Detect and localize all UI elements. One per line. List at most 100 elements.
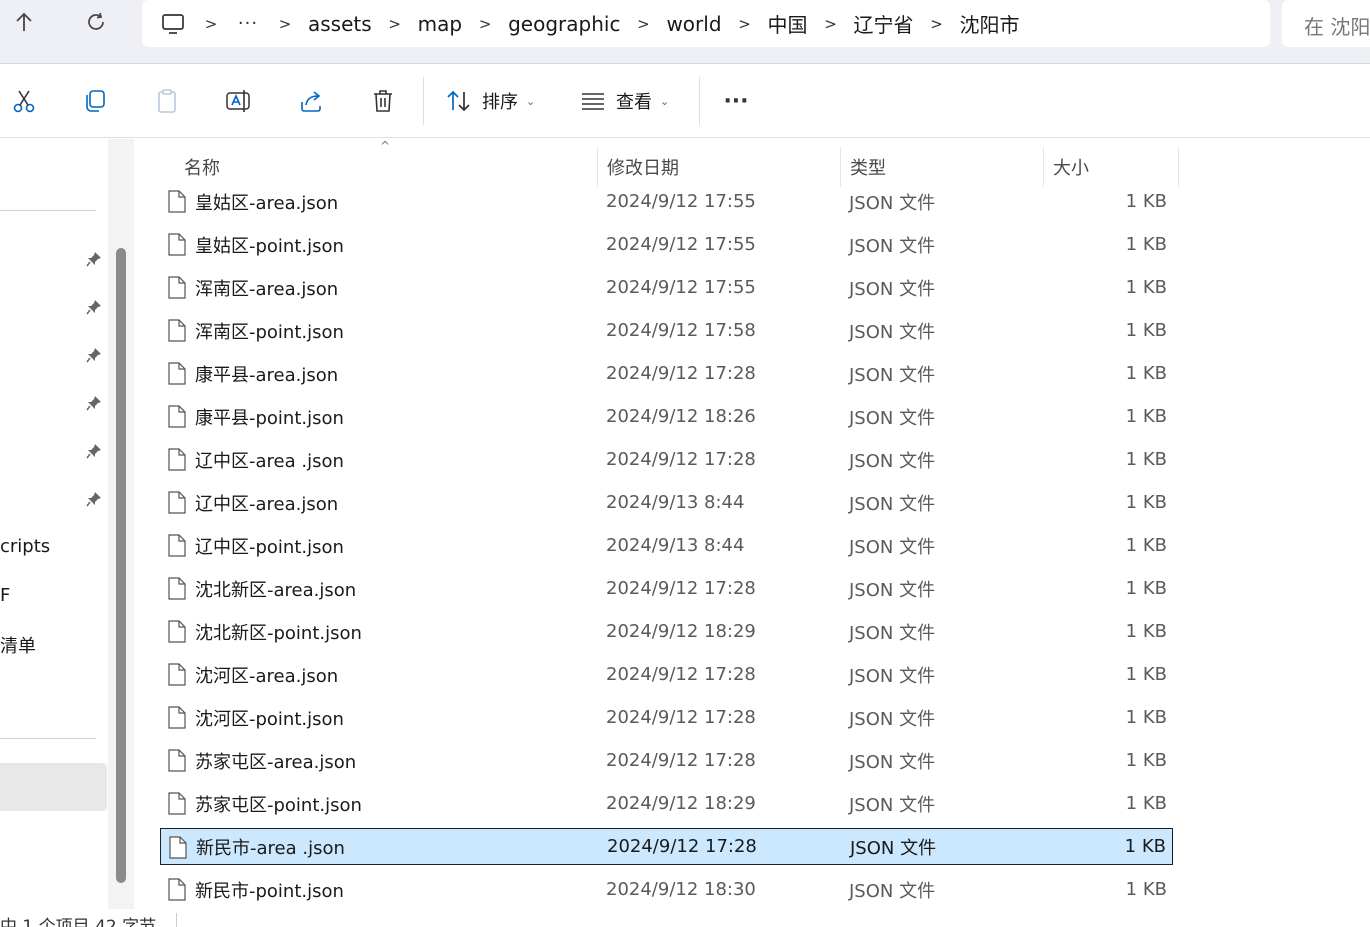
file-row[interactable]: 沈河区-area.json 2024/9/12 17:28 JSON 文件 1 KB [160, 656, 1173, 693]
file-type: JSON 文件 [849, 708, 936, 730]
view-button[interactable]: 查看 ⌄ [580, 83, 669, 119]
file-icon [168, 405, 186, 428]
file-name: 苏家屯区-point.json [195, 794, 362, 816]
file-icon [168, 233, 186, 256]
file-row[interactable]: 辽中区-area.json 2024/9/13 8:44 JSON 文件 1 KB [160, 484, 1173, 521]
file-row[interactable]: 浑南区-point.json 2024/9/12 17:58 JSON 文件 1 KB [160, 312, 1173, 349]
cut-button[interactable] [6, 83, 42, 119]
breadcrumb-item[interactable]: assets [308, 12, 372, 36]
column-separator[interactable] [1178, 147, 1179, 187]
search-input[interactable]: 在 沈阳市 中搜索 [1282, 0, 1370, 47]
pin-icon[interactable] [84, 345, 104, 365]
pin-icon[interactable] [84, 393, 104, 413]
breadcrumb[interactable]: > ··· > assets > map > geographic > worl… [142, 0, 1270, 47]
file-date: 2024/9/12 17:55 [606, 277, 756, 298]
file-date: 2024/9/12 18:30 [606, 879, 756, 900]
file-row[interactable]: 皇姑区-area.json 2024/9/12 17:55 JSON 文件 1 KB [160, 183, 1173, 220]
file-date: 2024/9/12 17:28 [606, 363, 756, 384]
file-size: 1 KB [1125, 578, 1167, 599]
chevron-down-icon: ⌄ [526, 94, 536, 108]
breadcrumb-item[interactable]: geographic [508, 12, 620, 36]
file-date: 2024/9/12 17:55 [606, 191, 756, 212]
breadcrumb-item[interactable]: 辽宁省 [854, 9, 914, 38]
delete-button[interactable] [365, 83, 401, 119]
file-row[interactable]: 康平县-area.json 2024/9/12 17:28 JSON 文件 1 KB [160, 355, 1173, 392]
sidebar-item-list[interactable]: 清单 [0, 632, 36, 658]
share-button[interactable] [293, 83, 329, 119]
monitor-icon[interactable] [158, 12, 188, 36]
file-size: 1 KB [1125, 363, 1167, 384]
column-header-date[interactable]: 修改日期 [607, 147, 679, 187]
paste-button[interactable] [149, 83, 185, 119]
scissors-icon [11, 88, 37, 114]
up-button[interactable] [4, 8, 44, 42]
sort-ascending-icon: ^ [380, 139, 391, 153]
rename-button[interactable] [221, 83, 257, 119]
file-icon [168, 190, 186, 213]
sidebar-item-scripts[interactable]: cripts [0, 536, 50, 557]
more-options-button[interactable]: ··· [718, 83, 754, 119]
file-date: 2024/9/12 18:26 [606, 406, 756, 427]
breadcrumb-item[interactable]: map [418, 12, 462, 36]
file-type: JSON 文件 [849, 622, 936, 644]
file-row[interactable]: 沈北新区-area.json 2024/9/12 17:28 JSON 文件 1 KB [160, 570, 1173, 607]
file-name: 辽中区-area.json [195, 493, 339, 515]
sidebar-item[interactable]: F [0, 585, 10, 606]
column-header-type[interactable]: 类型 [850, 147, 886, 187]
column-header-name[interactable]: 名称 [184, 147, 220, 187]
file-row-selected[interactable]: 新民市-area .json 2024/9/12 17:28 JSON 文件 1 KB [160, 828, 1173, 865]
chevron-right-icon[interactable]: > [722, 15, 768, 33]
status-bar: 中 1 个项目 42 字节 [0, 909, 1370, 927]
pin-icon[interactable] [84, 249, 104, 269]
sidebar-scrollbar-thumb[interactable] [116, 248, 126, 883]
file-row[interactable]: 苏家屯区-point.json 2024/9/12 18:29 JSON 文件 1 K… [160, 785, 1173, 822]
chevron-right-icon[interactable]: > [462, 15, 508, 33]
column-separator[interactable] [1043, 147, 1044, 187]
sort-button[interactable]: 排序 ⌄ [446, 83, 535, 119]
toolbar-divider [423, 77, 424, 125]
toolbar-divider [699, 77, 700, 125]
chevron-right-icon[interactable]: > [914, 15, 960, 33]
file-type: JSON 文件 [849, 192, 936, 214]
file-type: JSON 文件 [849, 493, 936, 515]
chevron-right-icon[interactable]: > [620, 15, 666, 33]
file-row[interactable]: 辽中区-area .json 2024/9/12 17:28 JSON 文件 1 KB [160, 441, 1173, 478]
file-row[interactable]: 康平县-point.json 2024/9/12 18:26 JSON 文件 1 KB [160, 398, 1173, 435]
chevron-right-icon[interactable]: > [372, 15, 418, 33]
breadcrumb-item-current[interactable]: 沈阳市 [960, 9, 1020, 38]
file-row[interactable]: 辽中区-point.json 2024/9/13 8:44 JSON 文件 1 KB [160, 527, 1173, 564]
file-row[interactable]: 沈河区-point.json 2024/9/12 17:28 JSON 文件 1 KB [160, 699, 1173, 736]
chevron-right-icon[interactable]: > [188, 15, 234, 33]
column-separator[interactable] [597, 147, 598, 187]
pin-icon[interactable] [84, 489, 104, 509]
pin-icon[interactable] [84, 297, 104, 317]
pin-icon[interactable] [84, 441, 104, 461]
file-row[interactable]: 沈北新区-point.json 2024/9/12 18:29 JSON 文件 1 K… [160, 613, 1173, 650]
breadcrumb-item[interactable]: world [666, 12, 721, 36]
column-header-size[interactable]: 大小 [1053, 147, 1089, 187]
sidebar-divider [0, 210, 96, 211]
copy-button[interactable] [77, 83, 113, 119]
navigation-pane: cripts F 清单 [0, 139, 108, 909]
chevron-right-icon[interactable]: > [808, 15, 854, 33]
share-icon [298, 88, 324, 114]
file-row[interactable]: 新民市-point.json 2024/9/12 18:30 JSON 文件 1 KB [160, 871, 1173, 908]
breadcrumb-item[interactable]: 中国 [768, 9, 808, 38]
file-list: ^ 名称 修改日期 类型 大小 皇姑区-area.json 2024/9/12 1… [134, 139, 1370, 909]
file-type: JSON 文件 [849, 579, 936, 601]
file-date: 2024/9/12 17:55 [606, 234, 756, 255]
breadcrumb-more[interactable]: ··· [234, 13, 262, 34]
sort-icon [446, 89, 472, 113]
file-name: 辽中区-point.json [195, 536, 344, 558]
column-separator[interactable] [840, 147, 841, 187]
file-row[interactable]: 皇姑区-point.json 2024/9/12 17:55 JSON 文件 1 KB [160, 226, 1173, 263]
file-row[interactable]: 苏家屯区-area.json 2024/9/12 17:28 JSON 文件 1 KB [160, 742, 1173, 779]
sidebar-item-selected[interactable] [0, 763, 107, 811]
chevron-right-icon[interactable]: > [262, 15, 308, 33]
file-row[interactable]: 浑南区-area.json 2024/9/12 17:55 JSON 文件 1 KB [160, 269, 1173, 306]
file-size: 1 KB [1125, 664, 1167, 685]
file-icon [168, 878, 186, 901]
refresh-button[interactable] [76, 8, 116, 42]
file-type: JSON 文件 [850, 837, 937, 859]
file-icon [168, 706, 186, 729]
